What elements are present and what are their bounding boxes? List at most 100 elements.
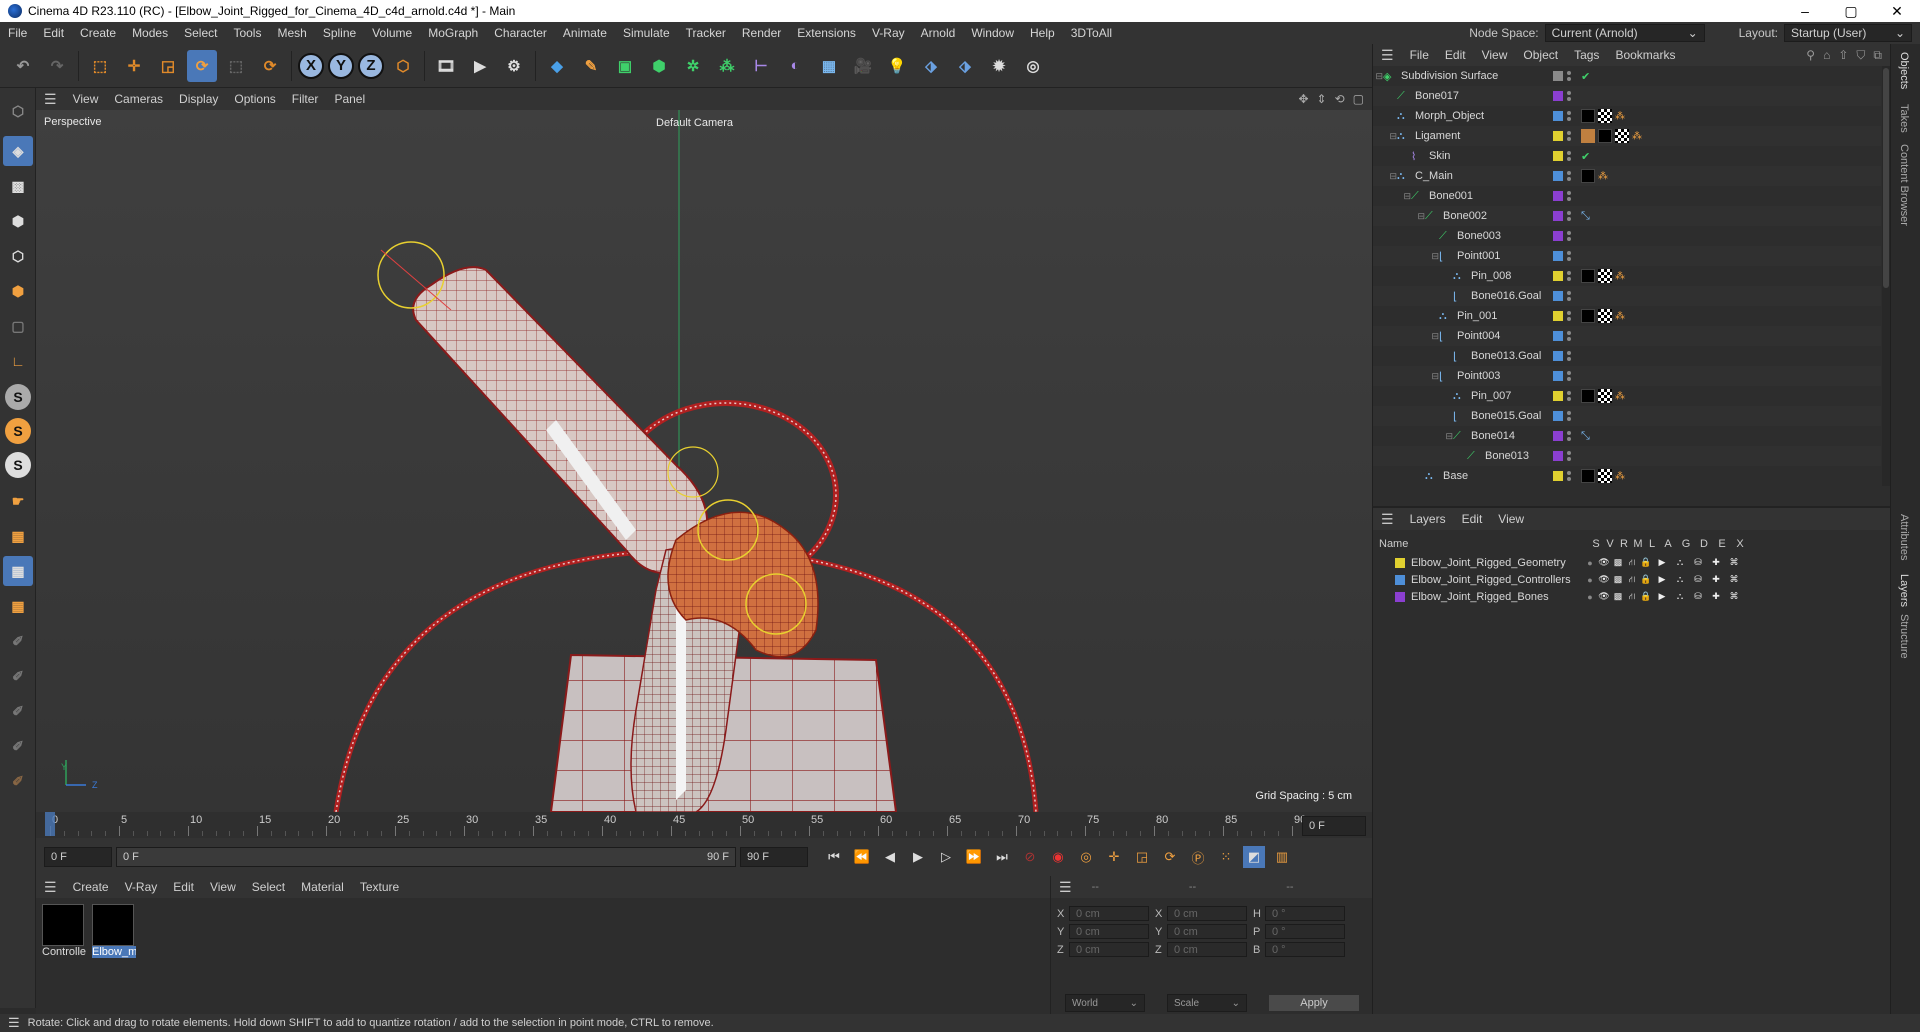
object-row[interactable]: ⊟ ⟋ Bone001 [1373,186,1881,206]
checker-tag-icon[interactable] [1598,389,1612,403]
ik-tag-icon[interactable]: ⁂ [1615,311,1625,322]
object-name[interactable]: Bone001 [1429,190,1551,202]
material-menu-texture[interactable]: Texture [352,880,407,894]
layer-color-swatch[interactable] [1553,331,1563,341]
object-name[interactable]: Skin [1429,150,1551,162]
object-row[interactable]: ⊟ ⛬ Ligament ⁂ [1373,126,1881,146]
visibility-dot[interactable] [1567,397,1571,401]
current-frame-field[interactable]: 0 F [1302,816,1366,836]
light-icon[interactable]: 💡 [882,50,912,82]
ik-tag-icon[interactable]: ⁂ [1632,131,1642,142]
object-row[interactable]: ⛬ Pin_007 ⁂ [1373,386,1881,406]
visibility-dots[interactable] [1567,151,1571,161]
material-item[interactable]: Elbow_m [92,904,136,958]
layer-toggle-icon[interactable]: 👁 [1597,591,1611,602]
visibility-dot[interactable] [1567,297,1571,301]
python-generator-icon[interactable]: ⬗ [950,50,980,82]
object-row[interactable]: ⟋ Bone017 [1373,86,1881,106]
coord-mode-dropdown[interactable]: World ⌄ [1065,994,1145,1012]
object-row[interactable]: ⌊ Bone016.Goal [1373,286,1881,306]
coord-value-field[interactable]: 0 cm [1069,924,1149,939]
visibility-dot[interactable] [1567,151,1571,155]
layer-color-swatch[interactable] [1553,371,1563,381]
hamburger-icon[interactable]: ☰ [0,1015,28,1031]
ik-tag-icon[interactable]: ⁂ [1615,391,1625,402]
render-settings-gear-icon[interactable]: ✹ [984,50,1014,82]
layer-color-swatch[interactable] [1553,91,1563,101]
visibility-dots[interactable] [1567,231,1571,241]
move-icon[interactable]: ✛ [119,50,149,82]
ik-tag-icon[interactable]: ⁂ [1598,171,1608,182]
checker-tag-icon[interactable] [1598,469,1612,483]
object-row[interactable]: ⊟ ⌊ Point003 [1373,366,1881,386]
visibility-dots[interactable] [1567,71,1571,81]
scrollbar-thumb[interactable] [1883,68,1889,288]
visibility-dot[interactable] [1567,371,1571,375]
hamburger-icon[interactable]: ☰ [36,879,65,896]
object-name[interactable]: Bone013 [1485,450,1551,462]
object-menu-edit[interactable]: Edit [1437,48,1474,62]
menu-create[interactable]: Create [72,26,124,40]
visibility-dots[interactable] [1567,111,1571,121]
layer-color-swatch[interactable] [1553,291,1563,301]
start-frame-field[interactable]: 0 F [44,847,112,867]
minimize-button[interactable]: – [1782,3,1828,19]
close-button[interactable]: ✕ [1874,3,1920,20]
search-icon[interactable]: ⚲ [1806,48,1815,63]
layer-toggle-icon[interactable]: ⛁ [1689,574,1707,585]
object-name[interactable]: Pin_001 [1457,310,1551,322]
tree-expander[interactable]: ⊟ [1373,211,1425,222]
visibility-dot[interactable] [1567,251,1571,255]
visibility-dot[interactable] [1567,311,1571,315]
visibility-dot[interactable] [1567,477,1571,481]
visibility-dots[interactable] [1567,291,1571,301]
ik-chain-tag-icon[interactable]: ⤡ [1581,430,1590,443]
object-name[interactable]: Bone016.Goal [1471,290,1551,302]
check-icon[interactable]: ✔ [1581,150,1590,163]
object-name[interactable]: C_Main [1415,170,1551,182]
recent-tool-icon[interactable]: ⬚ [221,50,251,82]
tree-expander[interactable]: ⊟ [1373,371,1439,382]
visibility-dots[interactable] [1567,311,1571,321]
layer-color-swatch[interactable] [1553,431,1563,441]
viewport-menu-filter[interactable]: Filter [284,92,327,106]
visibility-dot[interactable] [1567,111,1571,115]
visibility-dots[interactable] [1567,371,1571,381]
object-name[interactable]: Bone002 [1443,210,1551,222]
size-mode-dropdown[interactable]: Scale ⌄ [1167,994,1247,1012]
object-name[interactable]: Bone017 [1415,90,1551,102]
deformer-icon[interactable]: ⊢ [746,50,776,82]
layer-color-swatch[interactable] [1553,211,1563,221]
visibility-dots[interactable] [1567,331,1571,341]
texture-mode-icon[interactable]: ▩ [3,171,33,201]
visibility-dot[interactable] [1567,337,1571,341]
menu-tracker[interactable]: Tracker [678,26,734,40]
visibility-dot[interactable] [1567,211,1571,215]
object-scrollbar[interactable] [1882,66,1890,486]
layer-color-swatch[interactable] [1553,111,1563,121]
visibility-dot[interactable] [1567,417,1571,421]
layer-toggle-icon[interactable]: ▶ [1653,557,1671,568]
checker-tag-icon[interactable] [1615,129,1629,143]
visibility-dot[interactable] [1567,97,1571,101]
layer-toggle-icon[interactable]: ✚ [1707,574,1725,585]
object-menu-object[interactable]: Object [1515,48,1566,62]
visibility-dots[interactable] [1567,471,1571,481]
live-selection-icon[interactable]: ⬚ [85,50,115,82]
object-row[interactable]: ⊟ ⌊ Point004 [1373,326,1881,346]
layer-toggle-icon[interactable]: ⛙ [1625,574,1639,586]
layer-toggle-icon[interactable]: ⛬ [1671,591,1689,602]
visibility-dot[interactable] [1567,197,1571,201]
layer-toggle-icon[interactable]: 👁 [1597,557,1611,568]
layer-toggle-icon[interactable]: 🔒 [1639,557,1653,568]
object-name[interactable]: Base [1443,470,1551,482]
menu-help[interactable]: Help [1022,26,1063,40]
layer-color-swatch[interactable] [1395,591,1405,602]
layer-toggle-icon[interactable]: ⌘ [1725,574,1743,585]
layer-toggle-icon[interactable]: ● [1583,558,1597,568]
material-tag-icon[interactable] [1581,169,1595,183]
object-name[interactable]: Bone013.Goal [1471,350,1551,362]
playhead[interactable] [45,812,55,836]
viewport-menu-view[interactable]: View [65,92,107,106]
polygons-mode-icon[interactable]: ⬢ [3,276,33,306]
